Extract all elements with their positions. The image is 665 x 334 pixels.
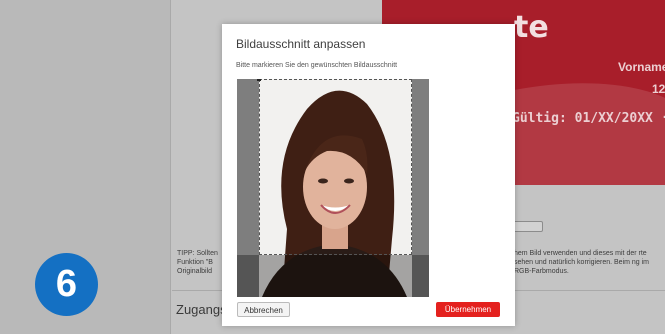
card-vorname-label: Vorname <box>618 60 665 74</box>
cancel-button[interactable]: Abbrechen <box>237 302 290 317</box>
card-validity-dash: – 31/ <box>653 106 665 127</box>
confirm-button[interactable]: Übernehmen <box>436 302 500 317</box>
crop-selection-frame[interactable] <box>259 79 412 255</box>
card-validity: Gültig: 01/XX/20XX – 31/ <box>512 106 665 127</box>
dialog-subtitle: Bitte markieren Sie den gewünschten Bild… <box>236 62 398 69</box>
dialog-title: Bildausschnitt anpassen <box>236 37 366 51</box>
card-number-fragment: 12 <box>652 82 665 96</box>
step-badge: 6 <box>35 253 98 316</box>
section-heading: Zugangs <box>176 302 227 317</box>
card-validity-prefix: Gültig: 01/XX/20XX <box>512 111 653 126</box>
tipp-text-right: hem Bild verwenden und dieses mit der rt… <box>514 250 650 275</box>
card-title-fragment: te <box>514 10 549 45</box>
panel-divider <box>170 0 171 334</box>
crop-resize-handle[interactable] <box>257 79 261 81</box>
crop-area[interactable] <box>237 79 429 297</box>
crop-dialog: Bildausschnitt anpassen Bitte markieren … <box>222 24 515 326</box>
crop-outside-shade <box>237 255 429 297</box>
